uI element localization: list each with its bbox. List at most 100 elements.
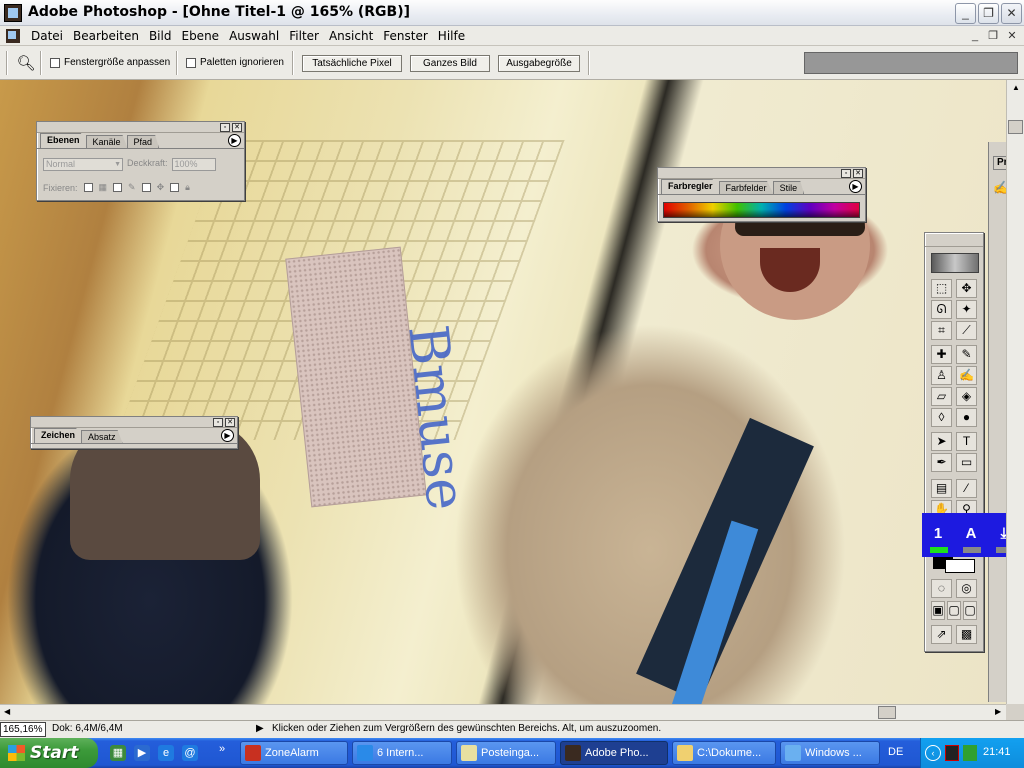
zonealarm-level-icon[interactable]: 1	[926, 525, 950, 542]
blur-tool-icon[interactable]: ◊	[931, 408, 952, 427]
status-menu-arrow-icon[interactable]: ▶	[256, 723, 264, 734]
zoom-icon[interactable]: 🔍︎	[16, 54, 36, 74]
media-player-quicklaunch-icon[interactable]: ▶	[134, 745, 150, 761]
brush-tool-icon[interactable]: ✎	[956, 345, 977, 364]
pen-tool-icon[interactable]: ✒	[931, 453, 952, 472]
menu-fenster[interactable]: Fenster	[378, 29, 433, 43]
network-tray-icon[interactable]	[963, 745, 977, 761]
screen-mode-full-menu-icon[interactable]: ▢	[947, 601, 961, 620]
type-tool-icon[interactable]: T	[956, 432, 977, 451]
tab-absatz[interactable]: Absatz	[81, 430, 123, 443]
task-zonealarm[interactable]: ZoneAlarm	[240, 741, 348, 765]
task-inbox[interactable]: Posteinga...	[456, 741, 556, 765]
screen-mode-standard-icon[interactable]: ▣	[931, 601, 945, 620]
panel-titlebar[interactable]: ▫ ✕	[31, 417, 237, 428]
tab-farbregler[interactable]: Farbregler	[661, 179, 720, 194]
internet-explorer-quicklaunch-icon[interactable]: e	[158, 745, 174, 761]
zonealarm-tray-icon[interactable]	[945, 745, 959, 761]
tab-zeichen[interactable]: Zeichen	[34, 428, 83, 443]
tab-farbfelder[interactable]: Farbfelder	[718, 181, 774, 194]
tab-stile[interactable]: Stile	[772, 181, 805, 194]
close-button[interactable]: ✕	[1001, 3, 1022, 24]
photoshop-app-icon[interactable]	[4, 4, 22, 22]
horizontal-scroll-thumb[interactable]	[878, 706, 896, 719]
doc-close-button[interactable]: ✕	[1004, 29, 1020, 43]
path-selection-tool-icon[interactable]: ➤	[931, 432, 952, 451]
tab-kanaele[interactable]: Kanäle	[85, 135, 128, 148]
quicklaunch-more-icon[interactable]: »	[214, 741, 230, 757]
imageready-icon[interactable]: ▩	[956, 625, 977, 644]
menu-bearbeiten[interactable]: Bearbeiten	[68, 29, 144, 43]
panel-close-button[interactable]: ✕	[225, 418, 235, 427]
magic-wand-tool-icon[interactable]: ✦	[956, 300, 977, 319]
lock-image-checkbox[interactable]	[113, 183, 123, 192]
scroll-up-arrow-icon[interactable]: ▲	[1012, 83, 1020, 92]
shape-tool-icon[interactable]: ▭	[956, 453, 977, 472]
toolbox-titlebar[interactable]	[925, 233, 983, 247]
panel-menu-arrow-icon[interactable]: ▶	[221, 429, 234, 442]
clock[interactable]: 21:41	[983, 746, 1011, 758]
lasso-tool-icon[interactable]: ᘏ	[931, 300, 952, 319]
vertical-scroll-thumb[interactable]	[1008, 120, 1023, 134]
fit-window-checkbox[interactable]: Fenstergröße anpassen	[50, 57, 170, 68]
checkbox-box[interactable]	[50, 57, 60, 68]
lock-position-checkbox[interactable]	[141, 183, 151, 192]
tray-expand-icon[interactable]: ‹	[925, 745, 941, 761]
panel-titlebar[interactable]: ▫ ✕	[658, 168, 865, 179]
background-color-swatch[interactable]	[945, 559, 975, 573]
task-internet-explorer[interactable]: 6 Intern...	[352, 741, 452, 765]
task-photoshop[interactable]: Adobe Pho...	[560, 741, 668, 765]
slice-tool-icon[interactable]: ⟋	[956, 321, 977, 340]
menu-bild[interactable]: Bild	[144, 29, 177, 43]
palette-well[interactable]	[804, 52, 1018, 74]
panel-close-button[interactable]: ✕	[853, 169, 863, 178]
dodge-tool-icon[interactable]: ●	[956, 408, 977, 427]
menu-datei[interactable]: Datei	[26, 29, 68, 43]
minimize-button[interactable]: _	[955, 3, 976, 24]
scroll-left-arrow-icon[interactable]: ◀	[4, 707, 10, 716]
vertical-scrollbar[interactable]: ▲	[1006, 80, 1024, 704]
history-brush-tool-icon[interactable]: ✍	[956, 366, 977, 385]
show-desktop-icon[interactable]: ▦	[110, 745, 126, 761]
eyedropper-tool-icon[interactable]: ⁄	[956, 479, 977, 498]
menu-hilfe[interactable]: Hilfe	[433, 29, 470, 43]
horizontal-scrollbar[interactable]: ◀ ▶	[0, 704, 1006, 720]
menu-ebene[interactable]: Ebene	[176, 29, 224, 43]
actual-pixels-button[interactable]: Tatsächliche Pixel	[302, 55, 402, 72]
opacity-field[interactable]: 100%	[171, 158, 216, 171]
doc-restore-button[interactable]: ❐	[985, 29, 1001, 43]
language-indicator[interactable]: DE	[888, 746, 903, 758]
task-media-player[interactable]: Windows ...	[780, 741, 880, 765]
crop-tool-icon[interactable]: ⌗	[931, 321, 952, 340]
clone-stamp-tool-icon[interactable]: ♙	[931, 366, 952, 385]
jump-to-imageready-icon[interactable]: ⇗	[931, 625, 952, 644]
zoom-level-field[interactable]: 165,16%	[0, 722, 46, 737]
panel-minimize-button[interactable]: ▫	[841, 169, 851, 178]
panel-minimize-button[interactable]: ▫	[213, 418, 223, 427]
ignore-palettes-checkbox[interactable]: Paletten ignorieren	[186, 57, 284, 68]
zonealarm-alert-icon[interactable]: A	[959, 525, 983, 542]
checkbox-box[interactable]	[186, 57, 196, 68]
lock-all-checkbox[interactable]	[170, 183, 180, 192]
photoshop-feather-logo[interactable]	[931, 253, 979, 273]
panel-menu-arrow-icon[interactable]: ▶	[849, 180, 862, 193]
eraser-tool-icon[interactable]: ▱	[931, 387, 952, 406]
menu-auswahl[interactable]: Auswahl	[224, 29, 284, 43]
tab-pfad[interactable]: Pfad	[126, 135, 160, 148]
blend-mode-select[interactable]: Normal	[43, 158, 123, 171]
move-tool-icon[interactable]: ✥	[956, 279, 977, 298]
fit-screen-button[interactable]: Ganzes Bild	[410, 55, 490, 72]
panel-minimize-button[interactable]: ▫	[220, 123, 230, 132]
print-size-button[interactable]: Ausgabegröße	[498, 55, 580, 72]
color-spectrum-ramp[interactable]	[663, 202, 860, 218]
screen-mode-full-icon[interactable]: ▢	[963, 601, 977, 620]
panel-titlebar[interactable]: ▫ ✕	[37, 122, 244, 133]
notes-tool-icon[interactable]: ▤	[931, 479, 952, 498]
document-icon[interactable]	[6, 29, 20, 43]
restore-button[interactable]: ❐	[978, 3, 999, 24]
panel-close-button[interactable]: ✕	[232, 123, 242, 132]
doc-minimize-button[interactable]: _	[967, 29, 983, 43]
task-explorer-folder[interactable]: C:\Dokume...	[672, 741, 776, 765]
start-button[interactable]: Start	[0, 738, 98, 768]
outlook-quicklaunch-icon[interactable]: @	[182, 745, 198, 761]
